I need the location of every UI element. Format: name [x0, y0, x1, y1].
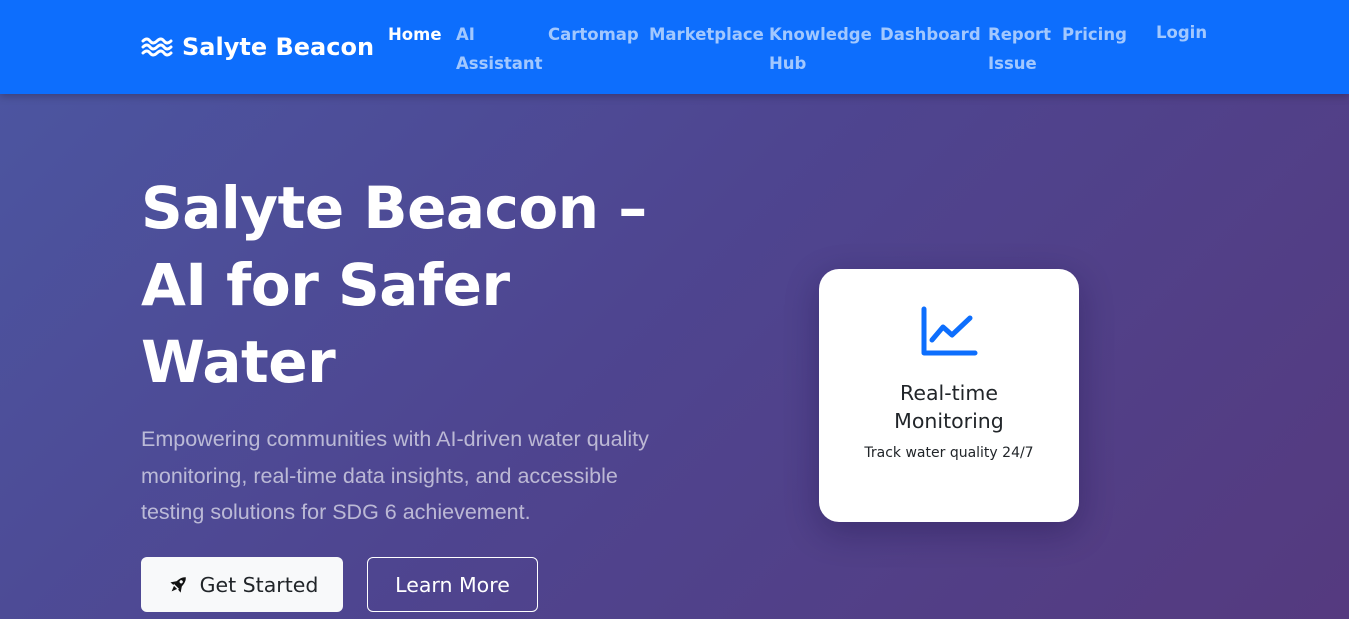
line-chart-icon: [921, 306, 978, 356]
nav-report-issue[interactable]: Report Issue: [988, 20, 1051, 78]
get-started-label: Get Started: [199, 572, 319, 597]
nav-marketplace[interactable]: Marketplace: [649, 20, 764, 49]
top-navbar: Salyte Beacon Home AI Assistant Cartomap…: [0, 0, 1349, 94]
hero-title: Salyte Beacon – AI for Safer Water: [141, 174, 647, 396]
feature-card-text: Track water quality 24/7: [864, 445, 1034, 461]
feature-card-monitoring: Real-time Monitoring Track water quality…: [819, 269, 1079, 522]
water-waves-icon: [141, 37, 173, 57]
nav-cartomap[interactable]: Cartomap: [548, 20, 639, 49]
get-started-button[interactable]: Get Started: [141, 557, 343, 612]
hero-section: Salyte Beacon – AI for Safer Water Empow…: [0, 94, 1349, 619]
brand-link[interactable]: Salyte Beacon: [141, 33, 374, 61]
feature-card-title: Real-time Monitoring: [894, 381, 1004, 433]
nav-ai-assistant[interactable]: AI Assistant: [456, 20, 543, 78]
nav-login[interactable]: Login: [1156, 18, 1207, 47]
learn-more-label: Learn More: [395, 572, 510, 597]
rocket-icon: [170, 576, 186, 593]
nav-home[interactable]: Home: [388, 20, 442, 49]
brand-name: Salyte Beacon: [182, 33, 375, 61]
nav-pricing[interactable]: Pricing: [1062, 20, 1127, 49]
nav-dashboard[interactable]: Dashboard: [880, 20, 981, 49]
learn-more-button[interactable]: Learn More: [367, 557, 538, 612]
nav-knowledge-hub[interactable]: Knowledge Hub: [769, 20, 872, 78]
hero-subtitle: Empowering communities with AI-driven wa…: [141, 427, 649, 524]
